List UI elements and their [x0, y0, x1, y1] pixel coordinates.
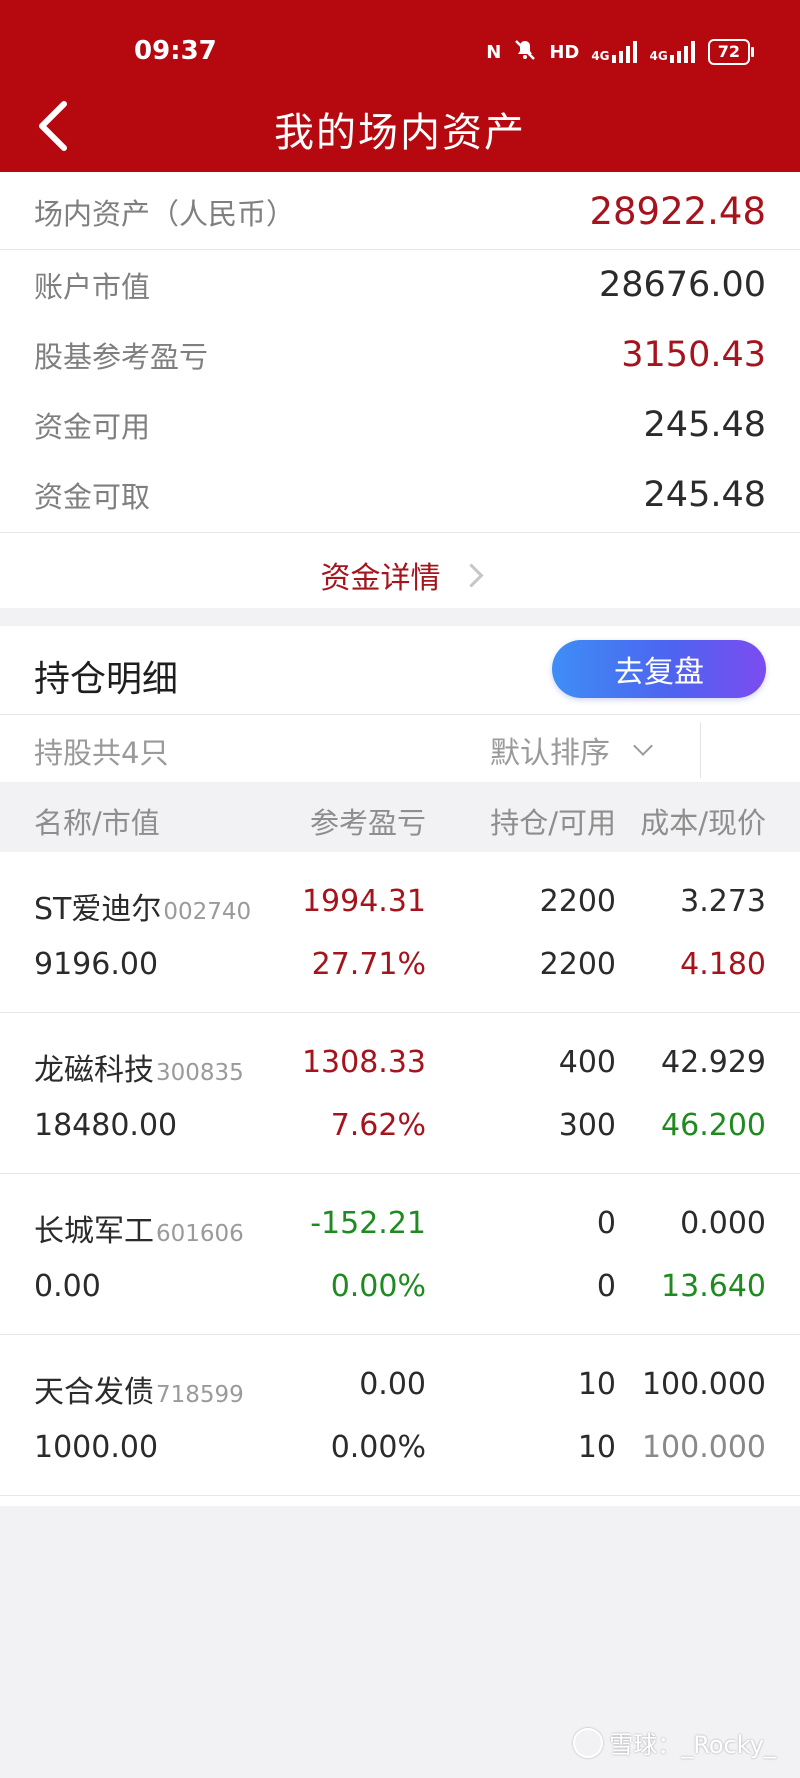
watermark: 雪球：_Rocky_ [573, 1725, 776, 1760]
status-icons: N HD 4G 4G 72 [486, 38, 755, 66]
stock-position: 2200 [539, 884, 616, 919]
chevron-down-icon [633, 736, 653, 756]
stock-market-value: 1000.00 [34, 1430, 159, 1465]
hd-icon: HD [549, 41, 580, 63]
stock-code: 002740 [163, 899, 252, 925]
stock-pnl-percent: 0.00% [330, 1269, 426, 1304]
stock-name: 天合发债718599 [34, 1375, 244, 1410]
holdings-count: 持股共4只 [34, 736, 169, 770]
stock-pnl: 1308.33 [301, 1045, 426, 1080]
stock-pnl-percent: 0.00% [330, 1430, 426, 1465]
chevron-right-icon [458, 562, 484, 588]
available-funds-row: 资金可用 245.48 [34, 404, 766, 446]
stock-market-value: 0.00 [34, 1269, 101, 1304]
stock-price: 100.000 [641, 1430, 766, 1465]
stock-cost: 0.000 [680, 1206, 766, 1241]
stock-pnl-percent: 7.62% [330, 1108, 426, 1143]
stock-available: 2200 [539, 947, 616, 982]
stock-cost: 3.273 [680, 884, 766, 919]
stock-pnl: 1994.31 [301, 884, 426, 919]
table-header: 名称/市值 参考盈亏 持仓/可用 成本/现价 [0, 782, 800, 852]
stock-pnl: 0.00 [359, 1367, 426, 1402]
sort-dropdown[interactable]: 默认排序 [490, 728, 653, 772]
stock-name: ST爱迪尔002740 [34, 892, 252, 927]
fund-details-link[interactable]: 资金详情 [0, 542, 800, 608]
stock-position: 10 [577, 1367, 616, 1402]
withdrawable-funds-value: 245.48 [643, 475, 766, 515]
withdrawable-funds-label: 资金可取 [34, 480, 151, 514]
market-value-value: 28676.00 [598, 265, 766, 305]
signal-4g-icon: 4G [650, 41, 696, 63]
assets-panel: 场内资产（人民币） 28922.48 账户市值 28676.00 股基参考盈亏 … [0, 172, 800, 608]
holdings-title: 持仓明细 [34, 659, 179, 700]
stock-pnl: -152.21 [310, 1206, 426, 1241]
stock-name: 龙磁科技300835 [34, 1053, 244, 1088]
market-value-label: 账户市值 [34, 270, 151, 304]
review-button[interactable]: 去复盘 [552, 640, 766, 698]
stock-cost: 42.929 [661, 1045, 766, 1080]
table-row[interactable]: 天合发债718599 1000.00 0.00 0.00% 10 10 100.… [0, 1335, 800, 1496]
stock-available: 0 [596, 1269, 616, 1304]
stock-available: 300 [558, 1108, 616, 1143]
stock-name: 长城军工601606 [34, 1214, 244, 1249]
stock-available: 10 [577, 1430, 616, 1465]
stock-price: 4.180 [680, 947, 766, 982]
total-assets-row: 场内资产（人民币） 28922.48 [34, 190, 766, 233]
stock-code: 300835 [156, 1060, 244, 1086]
status-time: 09:37 [134, 36, 217, 66]
stock-position: 0 [596, 1206, 616, 1241]
reference-pnl-row: 股基参考盈亏 3150.43 [34, 334, 766, 376]
app-header: 09:37 N HD 4G 4G 72 我的场内资产 [0, 0, 800, 172]
page-title: 我的场内资产 [274, 110, 526, 156]
divider [0, 532, 800, 533]
watermark-text: 雪球：_Rocky_ [609, 1731, 776, 1759]
stock-code: 601606 [156, 1221, 244, 1247]
column-header-position: 持仓/可用 [490, 806, 616, 840]
stock-cost: 100.000 [641, 1367, 766, 1402]
stock-price: 13.640 [661, 1269, 766, 1304]
stock-code: 718599 [156, 1382, 244, 1408]
stock-price: 46.200 [661, 1108, 766, 1143]
signal-4g-icon: 4G [591, 41, 637, 63]
table-row[interactable]: 龙磁科技300835 18480.00 1308.33 7.62% 400 30… [0, 1013, 800, 1174]
battery-icon: 72 [707, 39, 755, 65]
available-funds-label: 资金可用 [34, 410, 151, 444]
holdings-panel: 持仓明细 去复盘 持股共4只 默认排序 名称/市值 参考盈亏 持仓/可用 成本/… [0, 626, 800, 1506]
mute-icon [513, 38, 537, 66]
column-header-name: 名称/市值 [34, 806, 160, 840]
divider [700, 722, 701, 778]
column-header-pnl: 参考盈亏 [309, 806, 426, 840]
nfc-icon: N [486, 41, 502, 63]
divider [0, 249, 800, 250]
market-value-row: 账户市值 28676.00 [34, 264, 766, 306]
withdrawable-funds-row: 资金可取 245.48 [34, 474, 766, 516]
table-row[interactable]: 长城军工601606 0.00 -152.21 0.00% 0 0 0.000 … [0, 1174, 800, 1335]
table-row[interactable]: ST爱迪尔002740 9196.00 1994.31 27.71% 2200 … [0, 852, 800, 1013]
reference-pnl-label: 股基参考盈亏 [34, 340, 209, 374]
total-assets-label: 场内资产（人民币） [34, 196, 296, 231]
reference-pnl-value: 3150.43 [621, 335, 766, 375]
holdings-count-row: 持股共4只 默认排序 [0, 714, 800, 782]
available-funds-value: 245.48 [643, 405, 766, 445]
stock-market-value: 18480.00 [34, 1108, 178, 1143]
stock-position: 400 [558, 1045, 616, 1080]
column-header-price: 成本/现价 [640, 806, 766, 840]
total-assets-value: 28922.48 [589, 190, 766, 233]
stock-pnl-percent: 27.71% [311, 947, 426, 982]
stock-market-value: 9196.00 [34, 947, 159, 982]
fund-details-label: 资金详情 [320, 561, 441, 596]
sort-label: 默认排序 [490, 736, 610, 771]
snowball-logo-icon [573, 1727, 604, 1758]
